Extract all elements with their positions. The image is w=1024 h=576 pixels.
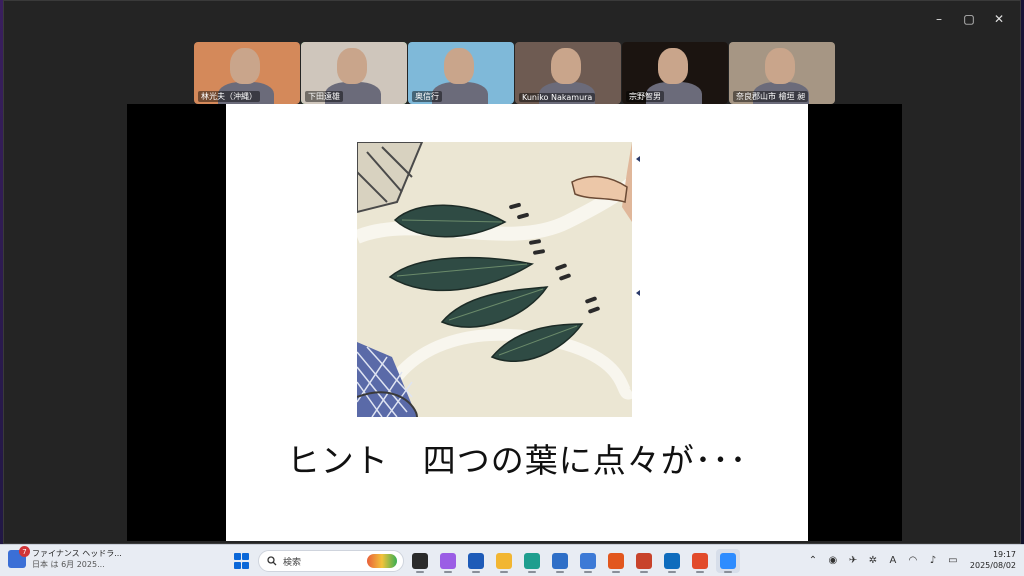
slide-illustration [357, 142, 632, 417]
start-button[interactable] [230, 549, 254, 573]
taskbar-clock[interactable]: 19:17 2025/08/02 [970, 549, 1016, 571]
search-highlight-icon [367, 554, 397, 568]
defender-icon[interactable]: ◉ [826, 553, 840, 567]
word-taskbar-button[interactable] [464, 549, 488, 573]
powerpoint-icon [636, 553, 652, 569]
participant-tile[interactable]: 奥信行 [408, 42, 514, 104]
copilot-taskbar-button[interactable] [436, 549, 460, 573]
app-red-icon [692, 553, 708, 569]
zoom-taskbar-button[interactable] [716, 549, 740, 573]
edge-icon [524, 553, 540, 569]
task-view-icon [412, 553, 428, 569]
participant-name: Kuniko Nakamura [519, 93, 596, 102]
task-view-taskbar-button[interactable] [408, 549, 432, 573]
search-placeholder: 検索 [283, 557, 302, 568]
screen-share-area: ヒント 四つの葉に点々が･･･ [127, 104, 902, 541]
participant-avatar [765, 48, 795, 84]
app-orange-icon [608, 553, 624, 569]
news-icon: 7 [8, 546, 30, 568]
windows-logo-icon [234, 561, 241, 569]
window-controls: – ▢ ✕ [924, 9, 1014, 29]
settings-app-icon[interactable]: ✲ [866, 553, 880, 567]
marker-arrow [636, 156, 640, 162]
store-taskbar-button[interactable] [548, 549, 572, 573]
participant-name: 宗野智男 [626, 91, 664, 102]
outlook-icon [664, 553, 680, 569]
desktop: – ▢ ✕ 林光夫（沖縄） 下田遠雄 奥信行 Kuniko Nakamura 宗野智男 奈… [0, 0, 1024, 576]
taskbar-center: 検索 [230, 549, 740, 573]
minimize-button[interactable]: – [924, 9, 954, 29]
participant-tile[interactable]: 奈良郡山市 檜垣 昶 [729, 42, 835, 104]
edge-taskbar-button[interactable] [520, 549, 544, 573]
news-text: ファイナンス ヘッドラ... 日本 は 6月 2025... [32, 548, 122, 570]
clock-date: 2025/08/02 [969, 561, 1016, 570]
news-subtitle: 日本 は 6月 2025... [32, 560, 105, 569]
windows-logo-icon [242, 561, 249, 569]
participant-avatar [444, 48, 474, 84]
news-widget[interactable]: 7 ファイナンス ヘッドラ... 日本 は 6月 2025... [8, 546, 122, 570]
file-explorer-icon [496, 553, 512, 569]
taskbar-search[interactable]: 検索 [258, 550, 404, 572]
network-app-icon[interactable]: ✈ [846, 553, 860, 567]
leaves-illustration [357, 142, 632, 417]
participant-name: 下田遠雄 [305, 91, 343, 102]
participant-avatar [551, 48, 581, 84]
maximize-button[interactable]: ▢ [954, 9, 984, 29]
volume-icon[interactable]: ♪ [926, 553, 940, 567]
news-title: ファイナンス ヘッドラ... [32, 549, 122, 558]
participant-name: 奈良郡山市 檜垣 昶 [733, 91, 809, 102]
participant-avatar [230, 48, 260, 84]
copilot-icon [440, 553, 456, 569]
word-icon [468, 553, 484, 569]
participant-tile[interactable]: 林光夫（沖縄） [194, 42, 300, 104]
shared-slide: ヒント 四つの葉に点々が･･･ [226, 104, 808, 541]
app-red-taskbar-button[interactable] [688, 549, 712, 573]
outlook-calendar-taskbar-button[interactable] [576, 549, 600, 573]
participant-tile[interactable]: 下田遠雄 [301, 42, 407, 104]
store-icon [552, 553, 568, 569]
windows-logo-icon [234, 553, 241, 560]
news-badge: 7 [19, 546, 30, 557]
participant-tile[interactable]: Kuniko Nakamura [515, 42, 621, 104]
taskbar: 7 ファイナンス ヘッドラ... 日本 は 6月 2025... 検索 ⌃ ◉ … [0, 544, 1024, 576]
participant-avatar [658, 48, 688, 84]
powerpoint-taskbar-button[interactable] [632, 549, 656, 573]
wifi-icon[interactable]: ◠ [906, 553, 920, 567]
clock-time: 19:17 [992, 550, 1016, 559]
zoom-meeting-window: – ▢ ✕ 林光夫（沖縄） 下田遠雄 奥信行 Kuniko Nakamura 宗野智男 奈… [3, 0, 1021, 544]
zoom-icon [720, 553, 736, 569]
outlook-calendar-icon [580, 553, 596, 569]
system-tray: ⌃ ◉ ✈ ✲ A ◠ ♪ ▭ 19:17 2025/08/02 [806, 549, 1016, 571]
participant-tile[interactable]: 宗野智男 [622, 42, 728, 104]
search-icon [267, 556, 277, 566]
participant-name: 奥信行 [412, 91, 442, 102]
participant-avatar [337, 48, 367, 84]
chevron-up-icon[interactable]: ⌃ [806, 553, 820, 567]
participant-gallery: 林光夫（沖縄） 下田遠雄 奥信行 Kuniko Nakamura 宗野智男 奈良郡山市 檜… [194, 42, 835, 104]
file-explorer-taskbar-button[interactable] [492, 549, 516, 573]
app-orange-taskbar-button[interactable] [604, 549, 628, 573]
outlook-taskbar-button[interactable] [660, 549, 684, 573]
close-button[interactable]: ✕ [984, 9, 1014, 29]
ime-indicator-icon[interactable]: A [886, 553, 900, 567]
battery-icon[interactable]: ▭ [946, 553, 960, 567]
participant-name: 林光夫（沖縄） [198, 91, 260, 102]
slide-hint-text: ヒント 四つの葉に点々が･･･ [286, 441, 748, 480]
marker-arrow [636, 290, 640, 296]
windows-logo-icon [242, 553, 249, 560]
